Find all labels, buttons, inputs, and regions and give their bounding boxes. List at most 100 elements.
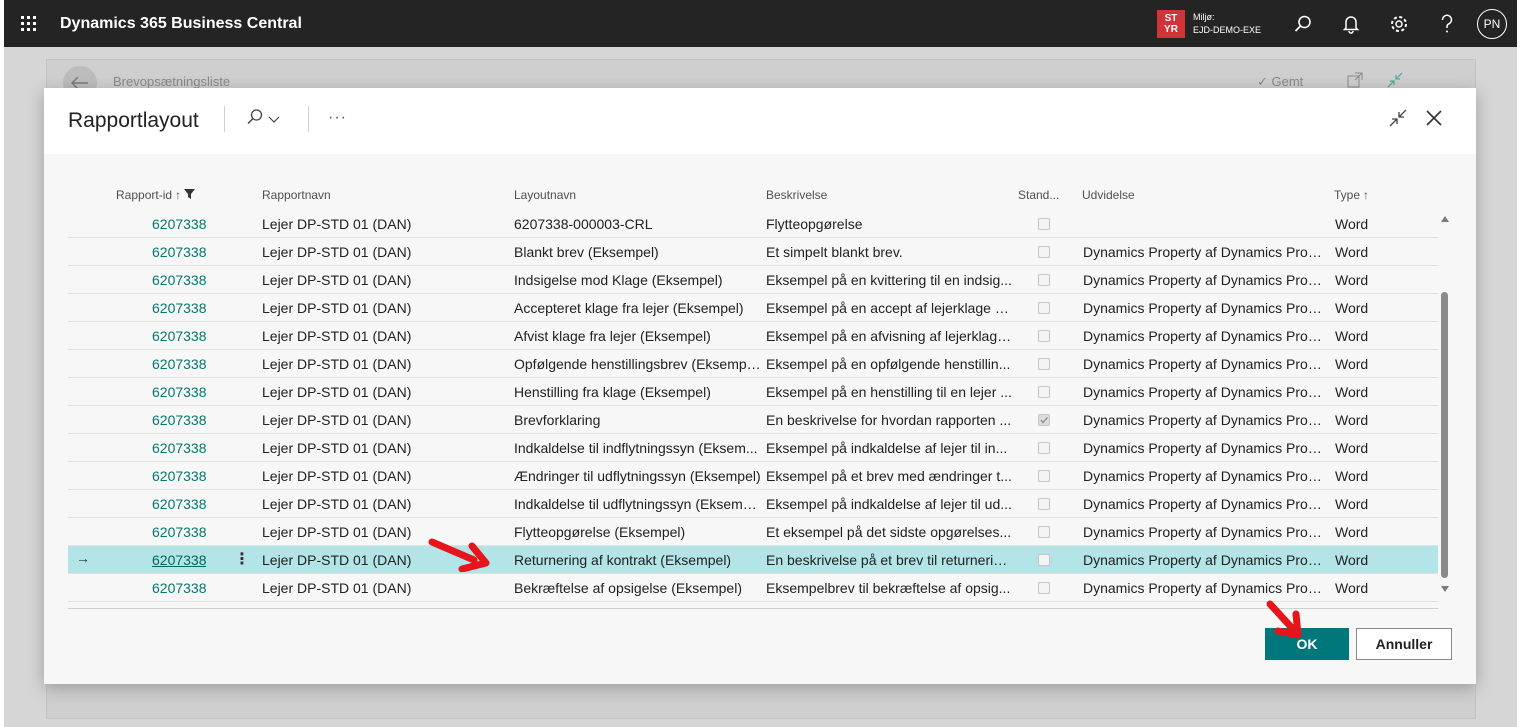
report-id-link[interactable]: 6207338 (152, 356, 206, 372)
description-cell: Eksempel på en opfølgende henstillin... (766, 356, 1011, 372)
vertical-scrollbar[interactable] (1438, 210, 1452, 600)
table-row[interactable]: 6207338 Lejer DP-STD 01 (DAN) Flytteopgøre… (68, 518, 1438, 546)
environment-name: EJD-DEMO-EXE (1192, 24, 1261, 35)
report-name-cell: Lejer DP-STD 01 (DAN) (262, 496, 412, 512)
more-options-button[interactable]: ··· (328, 109, 347, 127)
background-page-title: Brevopsætningsliste (113, 74, 231, 89)
close-icon[interactable] (1424, 108, 1444, 133)
extension-cell: Dynamics Property af Dynamics Prop... (1083, 384, 1323, 400)
report-id-link[interactable]: 6207338 (152, 496, 206, 512)
app-title[interactable]: Dynamics 365 Business Central (60, 15, 302, 33)
description-cell: Eksempel på en afvisning af lejerklage..… (766, 328, 1012, 344)
standard-checkbox (1038, 302, 1050, 314)
collapse-icon[interactable] (1388, 108, 1408, 133)
standard-checkbox (1038, 358, 1050, 370)
layout-name-cell: Flytteopgørelse (Eksempel) (514, 524, 686, 540)
report-id-link[interactable]: 6207338 (152, 552, 206, 568)
type-cell: Word (1335, 356, 1369, 372)
extension-cell: Dynamics Property af Dynamics Prop... (1083, 524, 1323, 540)
report-id-link[interactable]: 6207338 (152, 440, 206, 456)
description-cell: En beskrivelse på et brev til returnerin… (766, 552, 1012, 568)
table-row[interactable]: 6207338 Lejer DP-STD 01 (DAN) Indsigelse m… (68, 266, 1438, 294)
standard-checkbox (1038, 498, 1050, 510)
column-header-report-id[interactable]: Rapport-id ↑ (116, 188, 196, 202)
layout-name-cell: Accepteret klage fra lejer (Eksempel) (514, 300, 744, 316)
layout-name-cell: Blankt brev (Eksempel) (514, 244, 659, 260)
layout-name-cell: Indkaldelse til indflytningssyn (Eksem..… (514, 440, 758, 456)
table-row[interactable]: 6207338 Lejer DP-STD 01 (DAN) Opfølgende h… (68, 350, 1438, 378)
type-cell: Word (1335, 412, 1369, 428)
scrollbar-thumb[interactable] (1441, 292, 1448, 578)
column-header-layout-name[interactable]: Layoutnavn (514, 188, 576, 202)
report-id-link[interactable]: 6207338 (152, 328, 206, 344)
extension-cell: Dynamics Property af Dynamics Prop... (1083, 328, 1323, 344)
report-name-cell: Lejer DP-STD 01 (DAN) (262, 440, 412, 456)
layout-name-cell: Returnering af kontrakt (Eksempel) (514, 552, 732, 568)
scroll-up-icon[interactable] (1441, 216, 1449, 222)
standard-checkbox (1038, 442, 1050, 454)
type-cell: Word (1335, 440, 1369, 456)
table-row[interactable]: 6207338 Lejer DP-STD 01 (DAN) Ændringer ti… (68, 462, 1438, 490)
report-id-link[interactable]: 6207338 (152, 412, 206, 428)
layout-name-cell: Indkaldelse til udflytningssyn (Eksemp..… (514, 496, 762, 512)
table-row[interactable]: 6207338 Lejer DP-STD 01 (DAN) Indkaldelse … (68, 490, 1438, 518)
type-cell: Word (1335, 552, 1369, 568)
type-cell: Word (1335, 580, 1369, 596)
standard-checkbox (1038, 246, 1050, 258)
table-row[interactable]: 6207338 Lejer DP-STD 01 (DAN) 6207338-0000… (68, 210, 1438, 238)
sort-ascending-icon: ↑ (1363, 188, 1370, 202)
table-row[interactable]: 6207338 Lejer DP-STD 01 (DAN) Brevforklari… (68, 406, 1438, 434)
table-row[interactable]: 6207338 Lejer DP-STD 01 (DAN) Afvist klage… (68, 322, 1438, 350)
column-header-type[interactable]: Type ↑ (1334, 188, 1369, 202)
layout-name-cell: Bekræftelse af opsigelse (Eksempel) (514, 580, 742, 596)
filter-icon (184, 188, 196, 202)
column-header-extension[interactable]: Udvidelse (1082, 188, 1135, 202)
help-icon[interactable] (1423, 0, 1471, 47)
scroll-down-icon[interactable] (1441, 586, 1449, 592)
extension-cell: Dynamics Property af Dynamics Prop... (1083, 440, 1323, 456)
search-button[interactable] (246, 108, 280, 131)
dialog-title: Rapportlayout (68, 109, 199, 132)
report-id-link[interactable]: 6207338 (152, 300, 206, 316)
type-cell: Word (1335, 300, 1369, 316)
table-row[interactable]: → ⋮ 6207338 Lejer DP-STD 01 (DAN) Returnerin… (68, 546, 1438, 574)
column-header-standard[interactable]: Stand... (1018, 188, 1059, 202)
environment-label: Miljø: (1192, 11, 1215, 22)
layout-name-cell: Indsigelse mod Klage (Eksempel) (514, 272, 723, 288)
search-icon (246, 108, 264, 131)
description-cell: Et simpelt blankt brev. (766, 244, 903, 260)
standard-checkbox (1038, 470, 1050, 482)
report-id-link[interactable]: 6207338 (152, 244, 206, 260)
column-header-report-name[interactable]: Rapportnavn (262, 188, 331, 202)
search-icon[interactable] (1279, 0, 1327, 47)
layout-name-cell: Brevforklaring (514, 412, 601, 428)
table-row[interactable]: 6207338 Lejer DP-STD 01 (DAN) Blankt brev … (68, 238, 1438, 266)
avatar[interactable]: PN (1477, 8, 1507, 39)
standard-checkbox (1038, 218, 1050, 230)
gear-icon[interactable] (1375, 0, 1423, 47)
standard-checkbox (1038, 526, 1050, 538)
extension-cell: Dynamics Property af Dynamics Prop... (1083, 412, 1323, 428)
extension-cell: Dynamics Property af Dynamics Prop... (1083, 244, 1323, 260)
table-row[interactable]: 6207338 Lejer DP-STD 01 (DAN) Indkaldelse … (68, 434, 1438, 462)
report-id-link[interactable]: 6207338 (152, 384, 206, 400)
report-id-link[interactable]: 6207338 (152, 272, 206, 288)
report-id-link[interactable]: 6207338 (152, 524, 206, 540)
column-header-description[interactable]: Beskrivelse (766, 188, 827, 202)
description-cell: Eksempel på indkaldelse af lejer til in.… (766, 440, 1008, 456)
table-row[interactable]: 6207338 Lejer DP-STD 01 (DAN) Bekræftelse … (68, 574, 1438, 602)
environment-info[interactable]: Miljø: EJD-DEMO-EXE (1193, 11, 1261, 37)
standard-checkbox (1038, 330, 1050, 342)
row-menu-icon[interactable]: ⋮ (234, 549, 250, 569)
report-id-link[interactable]: 6207338 (152, 468, 206, 484)
report-name-cell: Lejer DP-STD 01 (DAN) (262, 468, 412, 484)
bell-icon[interactable] (1327, 0, 1375, 47)
standard-checkbox (1038, 582, 1050, 594)
table-row[interactable]: 6207338 Lejer DP-STD 01 (DAN) Henstilling … (68, 378, 1438, 406)
extension-cell: Dynamics Property af Dynamics Prop... (1083, 272, 1323, 288)
cancel-button[interactable]: Annuller (1356, 628, 1452, 660)
report-id-link[interactable]: 6207338 (152, 216, 206, 232)
report-id-link[interactable]: 6207338 (152, 580, 206, 596)
waffle-icon[interactable] (4, 0, 52, 47)
table-row[interactable]: 6207338 Lejer DP-STD 01 (DAN) Accepteret k… (68, 294, 1438, 322)
